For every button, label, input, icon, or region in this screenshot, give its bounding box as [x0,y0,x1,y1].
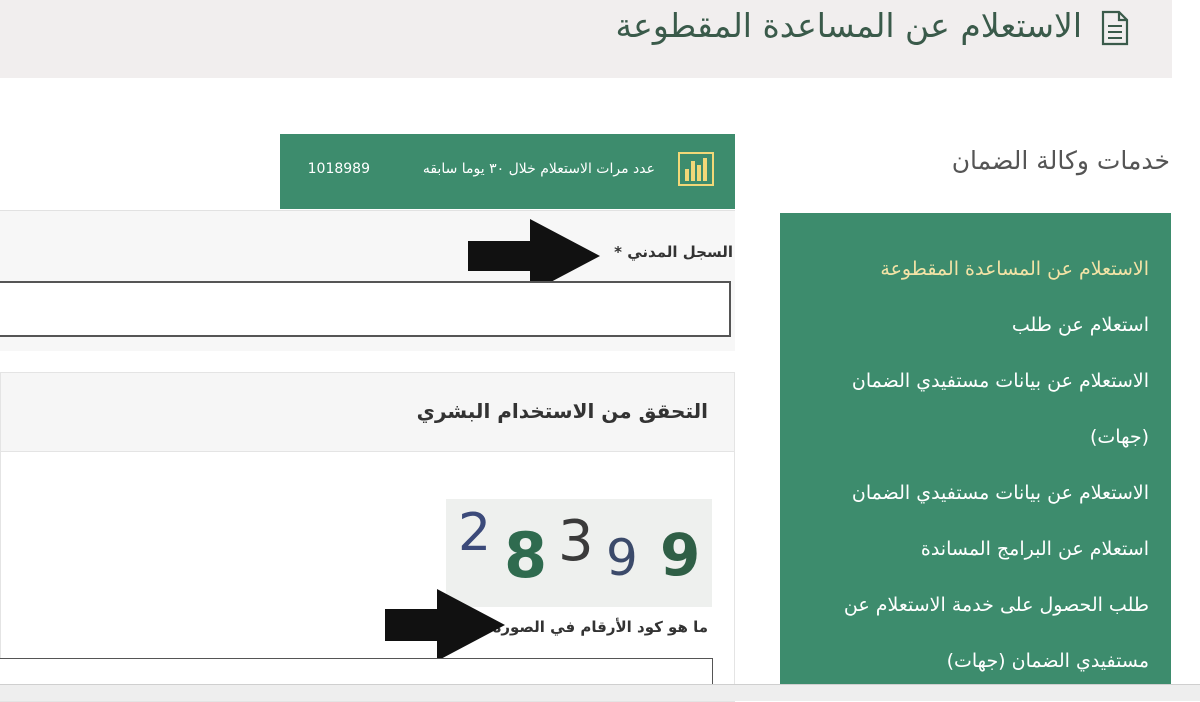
page-header: الاستعلام عن المساعدة المقطوعة [0,0,1172,78]
services-sidebar: الاستعلام عن المساعدة المقطوعة استعلام ع… [780,213,1171,693]
sidebar-item-lump-sum-inquiry[interactable]: الاستعلام عن المساعدة المقطوعة [880,258,1149,280]
sidebar-item-service-request[interactable]: طلب الحصول على خدمة الاستعلام عن [844,594,1149,616]
sidebar-item-request-inquiry[interactable]: استعلام عن طلب [1012,314,1149,336]
sidebar-item-beneficiaries-entities[interactable]: الاستعلام عن بيانات مستفيدي الضمان [852,370,1149,392]
stats-value: 1018989 [307,161,370,177]
captcha-char: 8 [504,519,548,592]
captcha-char: 3 [558,509,594,574]
stats-label: عدد مرات الاستعلام خلال ٣٠ يوما سابقه [422,161,655,177]
bar-chart-icon [678,152,714,186]
captcha-title: التحقق من الاستخدام البشري [416,399,708,423]
captcha-char: 9 [660,521,701,589]
sidebar-item-beneficiaries-entities-cont[interactable]: (جهات) [1090,426,1149,448]
document-icon [1101,10,1129,46]
captcha-char: 9 [606,529,638,587]
captcha-char: 2 [458,503,492,563]
sidebar-item-support-programs[interactable]: استعلام عن البرامج المساندة [921,538,1149,560]
stats-bar: عدد مرات الاستعلام خلال ٣٠ يوما سابقه 10… [280,134,735,209]
sidebar-item-service-request-cont[interactable]: مستفيدي الضمان (جهات) [947,650,1149,672]
bottom-strip [0,684,1200,701]
civil-record-label: السجل المدني * [614,243,733,261]
civil-record-section: السجل المدني * [0,210,735,351]
page-title: الاستعلام عن المساعدة المقطوعة [615,6,1082,45]
captcha-section: التحقق من الاستخدام البشري 2 8 3 9 9 ما … [0,372,735,702]
arrow-pointer-icon [385,589,505,661]
captcha-header: التحقق من الاستخدام البشري [1,373,734,452]
sidebar-item-beneficiaries-data[interactable]: الاستعلام عن بيانات مستفيدي الضمان [852,482,1149,504]
civil-record-input[interactable] [0,281,731,337]
services-title: خدمات وكالة الضمان [951,146,1170,175]
